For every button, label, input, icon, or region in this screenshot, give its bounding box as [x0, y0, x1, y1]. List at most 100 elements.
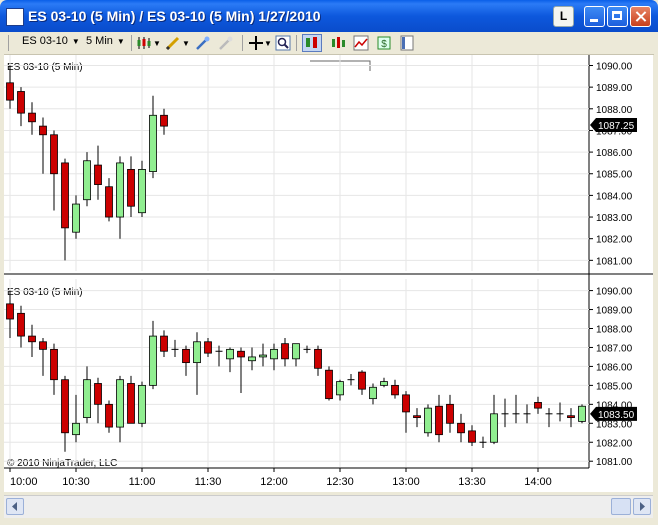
title-bar[interactable]: ES 03-10 (5 Min) / ES 03-10 (5 Min) 1/27…	[0, 0, 658, 32]
strategies-icon[interactable]: $	[376, 35, 392, 51]
candle	[215, 345, 223, 367]
price-tick-label: 1088.00	[596, 325, 633, 336]
price-tick-label: 1085.00	[596, 170, 633, 181]
candle	[292, 343, 300, 367]
maximize-button[interactable]	[607, 6, 628, 27]
price-tick-label: 1086.00	[596, 148, 633, 159]
candle	[127, 156, 135, 218]
data-box-icon	[306, 37, 317, 48]
candle-body	[160, 335, 168, 352]
svg-text:$: $	[381, 39, 387, 50]
candle-body	[61, 162, 69, 229]
candle-body	[424, 407, 432, 434]
chevron-down-icon[interactable]: ▼	[153, 39, 161, 48]
candle	[105, 400, 113, 433]
last-price-label: 1083.50	[598, 410, 635, 421]
candle-body	[292, 343, 300, 360]
drawing-tool-icon[interactable]	[165, 35, 181, 51]
candle-body	[182, 348, 190, 364]
crosshair-icon[interactable]	[248, 35, 264, 51]
candle-body	[237, 350, 245, 358]
candle	[94, 145, 102, 200]
candle-body	[149, 114, 157, 172]
candle	[226, 347, 234, 373]
candle	[534, 396, 542, 414]
time-label: 13:30	[458, 476, 486, 488]
candle-body	[391, 384, 399, 396]
candle	[512, 394, 520, 424]
candle	[314, 345, 322, 376]
instrument-selector[interactable]: ES 03-10 ▼	[22, 35, 80, 47]
candle-body	[83, 379, 91, 419]
link-button[interactable]: L	[553, 6, 574, 27]
candle	[72, 195, 80, 239]
candle	[39, 117, 47, 174]
candle-body	[380, 381, 388, 386]
candle-body	[325, 369, 333, 400]
candle	[28, 102, 36, 135]
scroll-right-button[interactable]	[633, 498, 651, 515]
time-label: 10:00	[10, 476, 38, 488]
candle-body	[314, 348, 322, 369]
time-label: 11:30	[195, 476, 222, 488]
candle	[94, 377, 102, 424]
candle-body	[6, 303, 14, 320]
candle	[182, 345, 190, 376]
candle	[149, 320, 157, 390]
candle	[28, 324, 36, 357]
candle	[17, 305, 25, 348]
indicators-icon[interactable]	[353, 35, 369, 51]
candle	[347, 374, 355, 386]
candle-body	[138, 169, 146, 214]
candle	[72, 394, 80, 443]
interval-selector[interactable]: 5 Min ▼	[86, 35, 125, 47]
chart-area[interactable]: ES 03-10 (5 Min) ES 03-10 (5 Min) © 2010…	[4, 55, 653, 492]
candle	[457, 413, 465, 443]
chart-style-icon[interactable]	[136, 35, 152, 51]
candle	[556, 402, 564, 422]
candle-body	[17, 91, 25, 114]
time-label: 10:30	[62, 476, 90, 488]
price-tick-label: 1088.00	[596, 105, 633, 116]
price-tick-label: 1083.00	[596, 419, 633, 430]
time-label: 12:30	[326, 476, 354, 488]
candle-body	[468, 430, 476, 443]
candle-body	[413, 415, 421, 419]
price-tick-label: 1085.00	[596, 381, 633, 392]
candle-body	[138, 384, 146, 424]
properties-icon[interactable]	[399, 35, 415, 51]
candle-body	[105, 403, 113, 428]
candle	[369, 383, 377, 405]
candle-body	[116, 162, 124, 218]
candle-body	[83, 160, 91, 201]
chart-toolbar: ES 03-10 ▼ 5 Min ▼ ▼ ▼ ▼ $	[4, 32, 654, 55]
candle-body	[358, 371, 366, 390]
chevron-down-icon[interactable]: ▼	[182, 39, 190, 48]
time-label: 11:00	[129, 476, 156, 488]
chevron-down-icon[interactable]: ▼	[264, 39, 272, 48]
close-button[interactable]	[630, 6, 651, 27]
scroll-left-button[interactable]	[6, 498, 24, 515]
candle	[138, 381, 146, 428]
horizontal-scrollbar[interactable]	[4, 495, 653, 518]
candle-body	[204, 341, 212, 354]
candle	[424, 404, 432, 437]
candle	[138, 160, 146, 218]
disabled-tool-icon	[219, 36, 233, 50]
zoom-icon[interactable]	[275, 35, 291, 51]
magic-wand-icon[interactable]	[195, 35, 211, 51]
candle-body	[127, 383, 135, 424]
ninjatrader-chart-icon[interactable]	[6, 8, 24, 26]
candle	[160, 330, 168, 357]
chart-svg[interactable]: ES 03-10 (5 Min) ES 03-10 (5 Min) © 2010…	[4, 55, 653, 492]
interval-label: 5 Min	[86, 35, 113, 47]
last-price-marker: 1087.25	[590, 118, 637, 133]
candle-body	[578, 405, 586, 422]
scrollbar-thumb[interactable]	[611, 498, 631, 515]
candle-body	[105, 186, 113, 218]
candle	[391, 379, 399, 399]
candle	[336, 379, 344, 401]
bar-chart-icon[interactable]	[330, 35, 346, 51]
minimize-button[interactable]	[584, 6, 605, 27]
copyright-text: © 2010 NinjaTrader, LLC	[7, 458, 117, 469]
